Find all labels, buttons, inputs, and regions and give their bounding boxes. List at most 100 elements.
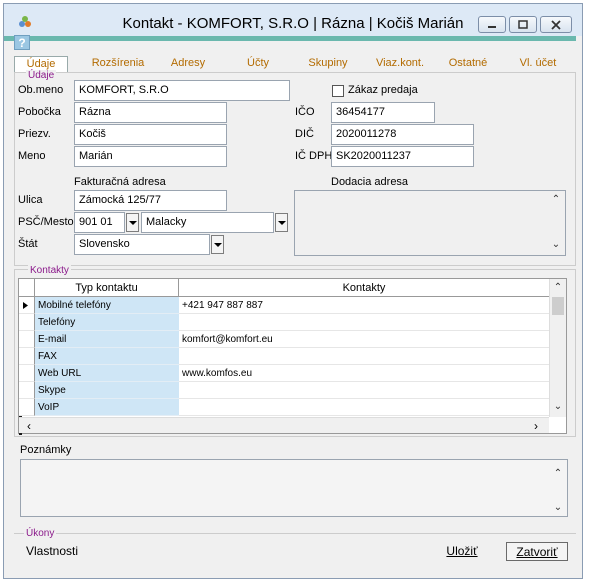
stat-dropdown-button[interactable] [211,235,224,254]
table-row[interactable]: E-mail komfort@komfort.eu [19,331,549,348]
scroll-left-icon[interactable]: ‹ [27,419,31,433]
ob-meno-field[interactable]: KOMFORT, S.R.O [74,80,290,101]
scroll-down-icon[interactable]: ⌄ [549,239,563,251]
kontakt-cell[interactable] [179,399,549,416]
grid-horizontal-scrollbar[interactable]: ‹ › [19,417,549,433]
dic-field[interactable]: 2020011278 [331,124,474,145]
grid-corner [19,279,35,297]
typ-cell[interactable]: Mobilné telefóny [35,297,179,314]
ic-dph-label: IČ DPH [295,150,333,162]
column-header-kontakty[interactable]: Kontakty [179,279,549,297]
tab-ucty[interactable]: Účty [240,56,276,71]
stat-label: Štát [18,238,38,250]
row-indicator [19,297,35,314]
kontakt-cell[interactable]: +421 947 887 887 [179,297,549,314]
title-bar: Kontakt - KOMFORT, S.R.O | Rázna | Kočiš… [4,4,582,36]
poznamky-label: Poznámky [20,444,72,456]
chevron-down-icon [128,220,137,225]
kontakt-cell[interactable] [179,314,549,331]
scroll-up-icon[interactable]: ⌃ [549,194,563,206]
ukony-panel [14,533,576,571]
mesto-field[interactable]: Malacky [141,212,274,233]
dodacia-heading: Dodacia adresa [331,176,409,188]
ico-field[interactable]: 36454177 [331,102,435,123]
maximize-icon [518,20,528,29]
chevron-down-icon [277,220,286,225]
row-indicator [19,348,35,365]
row-indicator [19,365,35,382]
kontakt-cell[interactable] [179,382,549,399]
psc-dropdown-button[interactable] [126,213,139,232]
row-indicator [19,382,35,399]
tab-strip: Údaje Rozšírenia Adresy Účty Skupiny Via… [14,56,574,73]
ulica-label: Ulica [18,194,43,206]
minimize-icon [488,25,496,28]
priezvisko-field[interactable]: Kočiš [74,124,227,145]
priezvisko-label: Priezv. [18,128,51,140]
row-indicator [19,331,35,348]
row-indicator [19,399,35,416]
section-label-ukony: Úkony [24,528,57,539]
save-button[interactable]: Uložiť [444,542,480,561]
close-button[interactable] [540,16,572,33]
close-icon [551,19,561,30]
table-row[interactable]: VoIP [19,399,549,416]
table-row[interactable]: Web URL www.komfos.eu [19,365,549,382]
zakaz-predaja-label: Zákaz predaja [348,84,418,96]
psc-field[interactable]: 901 01 [74,212,125,233]
chevron-down-icon [213,242,222,247]
minimize-button[interactable] [478,16,506,33]
kontakty-grid: Typ kontaktu Kontakty Mobilné telefóny +… [18,278,567,435]
maximize-button[interactable] [509,16,537,33]
typ-cell[interactable]: Telefóny [35,314,179,331]
poznamky-field[interactable]: ⌃ ⌄ [20,459,568,517]
section-label-udaje: Údaje [26,70,57,81]
save-button-label: Uložiť [446,544,478,558]
table-row[interactable]: FAX [19,348,549,365]
tab-adresy[interactable]: Adresy [164,56,212,71]
vlastnosti-button[interactable]: Vlastnosti [26,542,78,561]
kontakt-cell[interactable] [179,348,549,365]
scroll-up-icon[interactable]: ⌃ [551,282,565,294]
ulica-field[interactable]: Zámocká 125/77 [74,190,227,211]
psc-mesto-label: PSČ/Mesto [18,216,74,228]
current-row-icon [23,302,28,309]
typ-cell[interactable]: Web URL [35,365,179,382]
scrollbar-thumb[interactable] [552,297,564,315]
dic-label: DIČ [295,128,314,140]
typ-cell[interactable]: Skype [35,382,179,399]
ic-dph-field[interactable]: SK2020011237 [331,146,474,167]
table-row[interactable]: Telefóny [19,314,549,331]
close-dialog-button-label: Zatvoriť [516,545,558,559]
ob-meno-label: Ob.meno [18,84,64,96]
kontakt-cell[interactable]: komfort@komfort.eu [179,331,549,348]
close-dialog-button[interactable]: Zatvoriť [506,542,568,561]
kontakt-cell[interactable]: www.komfos.eu [179,365,549,382]
scroll-down-icon[interactable]: ⌄ [551,401,565,413]
help-button[interactable]: ? [14,35,30,50]
tab-viaz-kont[interactable]: Viaz.kont. [370,56,430,71]
pobocka-field[interactable]: Rázna [74,102,227,123]
accent-bar [4,36,576,41]
typ-cell[interactable]: VoIP [35,399,179,416]
row-indicator [19,314,35,331]
scroll-up-icon[interactable]: ⌃ [551,468,565,480]
zakaz-predaja-checkbox[interactable] [332,85,344,97]
tab-ostatne[interactable]: Ostatné [446,56,490,71]
scroll-right-icon[interactable]: › [534,419,538,433]
section-label-kontakty: Kontakty [28,265,71,276]
table-row[interactable]: Mobilné telefóny +421 947 887 887 [19,297,549,314]
grid-vertical-scrollbar[interactable]: ⌃ ⌄ [549,279,566,417]
mesto-dropdown-button[interactable] [275,213,288,232]
stat-field[interactable]: Slovensko [74,234,210,255]
typ-cell[interactable]: FAX [35,348,179,365]
tab-vl-ucet[interactable]: Vl. účet [516,56,560,71]
meno-field[interactable]: Marián [74,146,227,167]
table-row[interactable]: Skype [19,382,549,399]
column-header-typ[interactable]: Typ kontaktu [35,279,179,297]
typ-cell[interactable]: E-mail [35,331,179,348]
tab-skupiny[interactable]: Skupiny [302,56,354,71]
tab-rozsirenia[interactable]: Rozšírenia [86,56,150,71]
dodacia-adresa-field[interactable]: ⌃ ⌄ [294,190,566,256]
scroll-down-icon[interactable]: ⌄ [551,502,565,514]
